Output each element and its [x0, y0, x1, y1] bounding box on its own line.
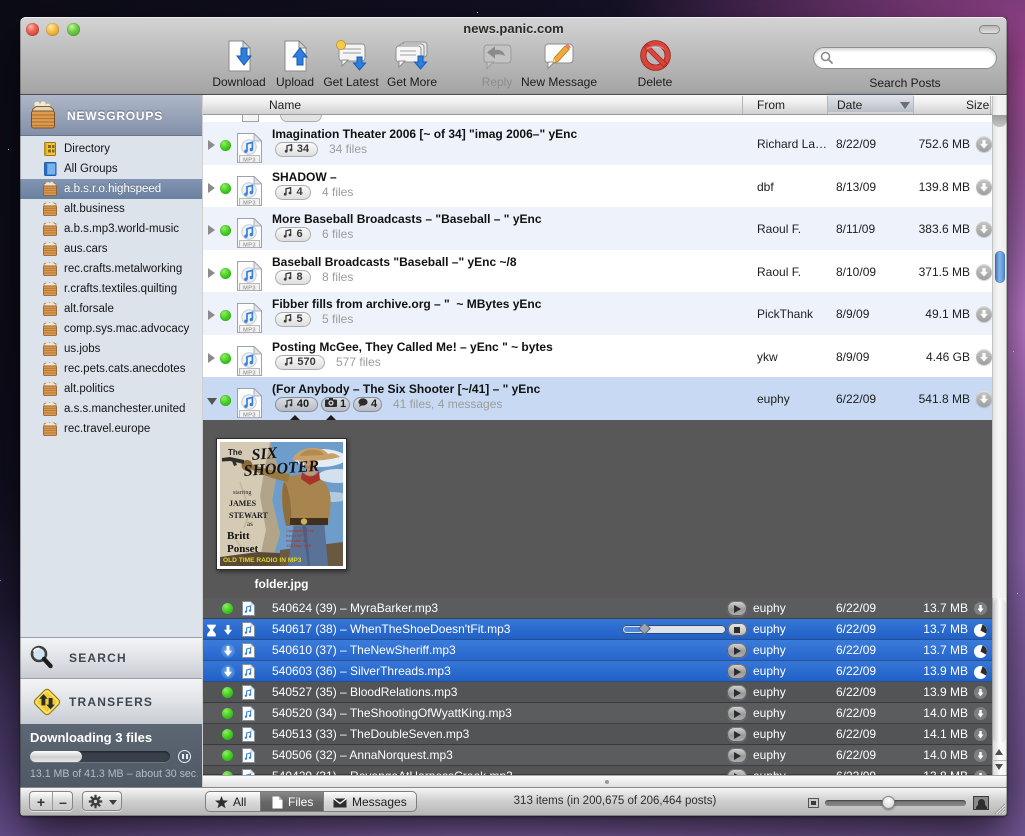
svg-text:MP3: MP3 — [243, 370, 256, 376]
svg-text:MP3: MP3 — [243, 285, 256, 291]
svg-text:MP3: MP3 — [243, 242, 256, 248]
svg-text:MP3: MP3 — [243, 327, 256, 333]
svg-text:JAMES: JAMES — [229, 499, 257, 508]
svg-text:as: as — [247, 520, 253, 528]
svg-text:The: The — [228, 448, 243, 457]
svg-text:OLD TIME RADIO IN MP3: OLD TIME RADIO IN MP3 — [223, 557, 302, 564]
svg-text:Britt: Britt — [227, 530, 250, 542]
svg-text:128 kbps VBR: 128 kbps VBR — [286, 543, 312, 548]
svg-text:Ponset: Ponset — [227, 543, 259, 555]
svg-text:MP3: MP3 — [243, 157, 256, 163]
svg-text:STEWART: STEWART — [229, 511, 269, 520]
svg-text:MP3: MP3 — [243, 200, 256, 206]
svg-text:starring: starring — [233, 490, 251, 496]
svg-text:MP3: MP3 — [243, 412, 256, 418]
